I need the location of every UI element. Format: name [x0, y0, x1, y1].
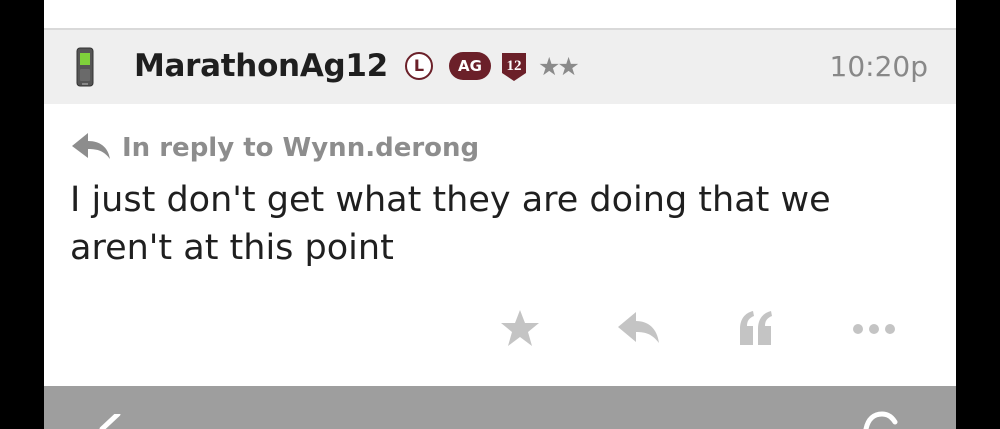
post-header: MarathonAg12 L AG 12 ★★ 10:20p [44, 30, 956, 104]
post-message: I just don't get what they are doing tha… [70, 180, 831, 268]
badge-l: L [405, 52, 433, 80]
post-container: MarathonAg12 L AG 12 ★★ 10:20p In reply … [44, 0, 956, 429]
quote-icon [736, 309, 776, 351]
quote-button[interactable] [732, 308, 780, 352]
reply-button[interactable] [614, 308, 662, 352]
previous-post-edge [44, 0, 956, 30]
more-dots-icon [851, 321, 897, 340]
post-actions [44, 300, 956, 360]
back-arrow-icon[interactable] [98, 411, 122, 429]
in-reply-to[interactable]: In reply to Wynn.derong [70, 131, 479, 165]
reply-to-label: In reply to Wynn.derong [122, 133, 480, 163]
badge-ag: AG [449, 52, 491, 80]
refresh-icon[interactable] [862, 410, 898, 429]
reply-arrow-icon [70, 131, 112, 165]
star-icon [500, 308, 540, 352]
post-username[interactable]: MarathonAg12 [134, 48, 388, 84]
badge-class-year: 12 [500, 51, 528, 83]
reply-icon [616, 310, 660, 350]
mobile-phone-icon [76, 47, 94, 87]
bottom-toolbar [44, 386, 956, 429]
rating-stars: ★★ [538, 52, 580, 81]
badge-class-year-text: 12 [507, 58, 522, 74]
post-timestamp: 10:20p [829, 50, 928, 83]
more-button[interactable] [850, 308, 898, 352]
star-button[interactable] [496, 308, 544, 352]
